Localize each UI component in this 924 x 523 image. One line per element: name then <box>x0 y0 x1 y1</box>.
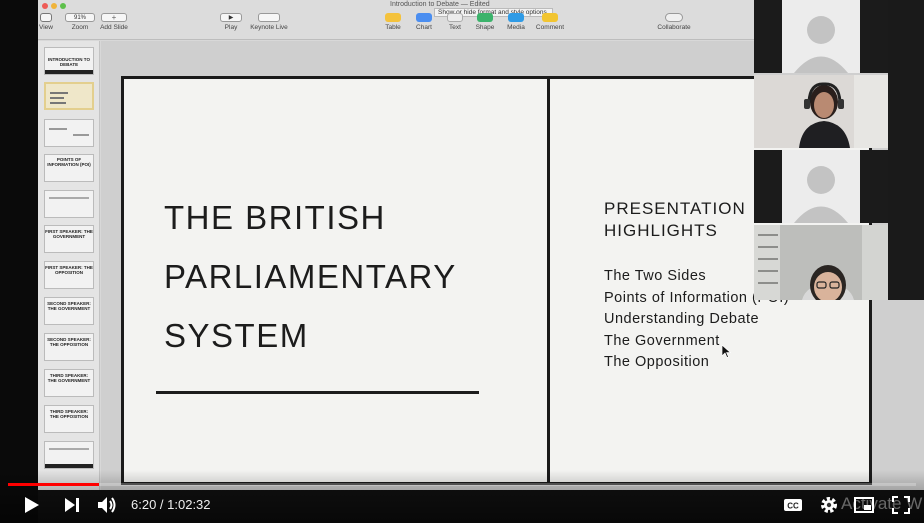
right-letterbox <box>888 0 924 300</box>
text-icon <box>447 13 463 22</box>
slide-thumbnail[interactable]: THIRD SPEAKER: THE OPPOSITION <box>44 405 94 433</box>
settings-icon[interactable] <box>818 494 840 516</box>
slide-title: THE BRITISH PARLIAMENTARY SYSTEM <box>164 199 457 354</box>
slide-thumbnail[interactable]: THIRD SPEAKER: THE GOVERNMENT <box>44 369 94 397</box>
close-window-icon <box>42 3 48 9</box>
media-button[interactable]: Media <box>504 13 528 31</box>
participant-video <box>754 75 888 148</box>
progress-played <box>8 483 99 486</box>
table-icon <box>385 13 401 22</box>
time-display: 6:20 / 1:02:32 <box>131 497 211 512</box>
zoom-menu[interactable]: 91% Zoom <box>64 13 96 31</box>
miniplayer-icon[interactable] <box>853 494 875 516</box>
participant-tile[interactable] <box>754 0 888 73</box>
captions-icon[interactable]: CC <box>782 494 804 516</box>
next-icon[interactable] <box>61 494 83 516</box>
left-letterbox <box>0 0 38 523</box>
slide-thumbnail[interactable] <box>44 441 94 469</box>
slide-thumbnail-selected[interactable] <box>44 82 94 110</box>
participant-tile[interactable] <box>754 225 888 300</box>
highlights-heading: PRESENTATION HIGHLIGHTS <box>604 199 746 240</box>
collaborate-button[interactable]: Collaborate <box>654 13 694 31</box>
play-icon[interactable] <box>20 494 42 516</box>
highlight-item: The Opposition <box>604 354 710 370</box>
chart-icon <box>416 13 432 22</box>
slide-thumbnail[interactable]: SECOND SPEAKER: THE OPPOSITION <box>44 333 94 361</box>
participant-tile[interactable] <box>754 75 888 148</box>
zoom-window-icon <box>60 3 66 9</box>
view-button[interactable]: View <box>38 13 54 31</box>
minimize-window-icon <box>51 3 57 9</box>
progress-bar[interactable] <box>8 483 916 486</box>
title-underline <box>156 391 479 394</box>
shape-button[interactable]: Shape <box>474 13 496 31</box>
media-icon <box>508 13 524 22</box>
add-slide-button[interactable]: + Add Slide <box>98 13 130 31</box>
shape-icon <box>477 13 493 22</box>
view-icon <box>40 13 52 22</box>
slide-thumbnail[interactable]: INTRODUCTION TO DEBATE <box>44 47 94 75</box>
comment-button[interactable]: Comment <box>534 13 566 31</box>
slide-navigator: INTRODUCTION TO DEBATE POINTS OF INFORMA… <box>38 41 100 490</box>
fullscreen-icon[interactable] <box>890 494 912 516</box>
participant-gallery <box>754 0 888 300</box>
participant-tile[interactable] <box>754 150 888 223</box>
collaborate-icon <box>665 13 683 22</box>
slide-thumbnail[interactable]: SECOND SPEAKER: THE GOVERNMENT <box>44 297 94 325</box>
chart-button[interactable]: Chart <box>414 13 434 31</box>
svg-text:CC: CC <box>787 502 799 511</box>
text-button[interactable]: Text <box>445 13 465 31</box>
plus-icon: + <box>101 13 127 22</box>
slide-thumbnail[interactable]: POINTS OF INFORMATION (POI) <box>44 154 94 182</box>
volume-icon[interactable] <box>96 494 118 516</box>
keynote-live-button[interactable]: Keynote Live <box>248 13 290 31</box>
slide-thumbnail[interactable]: FIRST SPEAKER: THE OPPOSITION <box>44 261 94 289</box>
mouse-cursor-icon <box>722 345 731 358</box>
slide-thumbnail[interactable] <box>44 190 94 218</box>
slide-thumbnail[interactable]: FIRST SPEAKER: THE GOVERNMENT <box>44 225 94 253</box>
video-player[interactable]: Introduction to Debate — Edited Show or … <box>0 0 924 523</box>
play-triangle-icon: ▶ <box>220 13 242 22</box>
slide-thumbnail[interactable] <box>44 119 94 147</box>
slide-divider <box>547 79 550 482</box>
keynote-live-icon <box>258 13 280 22</box>
avatar-placeholder-icon <box>794 166 848 223</box>
comment-icon <box>542 13 558 22</box>
highlight-item: The Government <box>604 332 720 349</box>
highlight-item: Understanding Debate <box>604 311 760 327</box>
table-button[interactable]: Table <box>383 13 403 31</box>
zoom-value: 91% <box>65 13 95 22</box>
window-title: Introduction to Debate — Edited <box>390 1 490 8</box>
play-slideshow-button[interactable]: ▶ Play <box>219 13 243 31</box>
participant-video <box>754 225 888 300</box>
avatar-placeholder-icon <box>794 16 848 73</box>
